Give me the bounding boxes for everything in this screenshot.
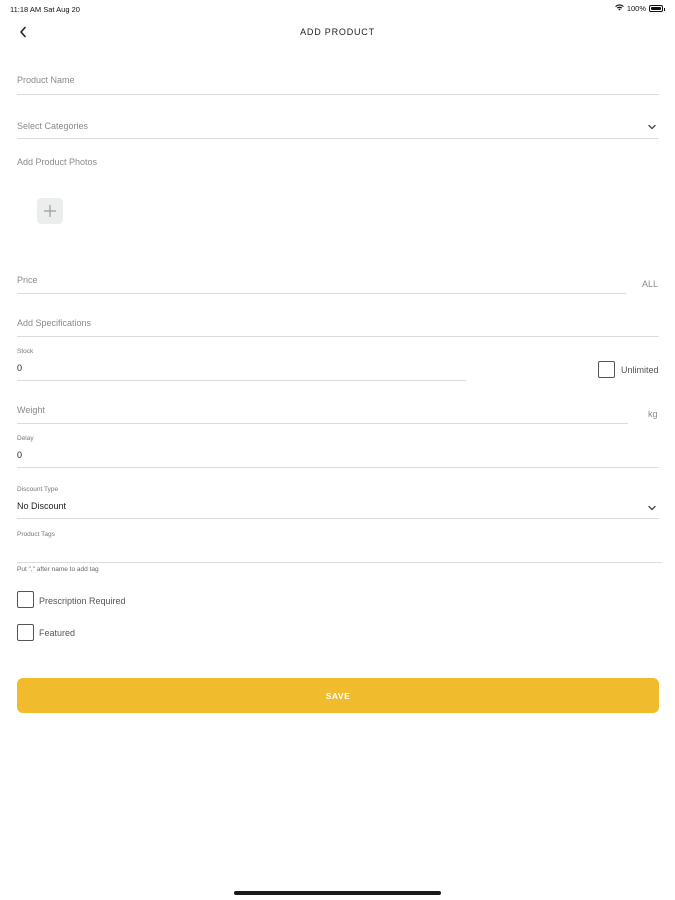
- stock-value: 0: [17, 363, 23, 373]
- discount-type-underline: [17, 518, 659, 519]
- status-bar: 11:18 AM Sat Aug 20 100%: [0, 0, 675, 18]
- plus-icon: [44, 205, 56, 217]
- battery-icon: [649, 5, 665, 12]
- prescription-checkbox[interactable]: [17, 591, 34, 608]
- specifications-underline: [17, 336, 659, 337]
- categories-placeholder: Select Categories: [17, 121, 89, 131]
- price-underline: [17, 293, 626, 294]
- prescription-label: Prescription Required: [39, 596, 126, 606]
- chevron-down-icon: [648, 505, 656, 511]
- price-placeholder: Price: [17, 275, 38, 285]
- discount-type-value: No Discount: [17, 501, 67, 511]
- photos-label: Add Product Photos: [17, 157, 98, 167]
- stock-label: Stock: [17, 348, 34, 355]
- battery-percent: 100%: [626, 4, 646, 13]
- specifications-field[interactable]: Add Specifications: [17, 309, 659, 337]
- nav-bar: ADD PRODUCT: [0, 18, 675, 46]
- product-name-field[interactable]: Product Name: [17, 66, 659, 95]
- product-name-placeholder: Product Name: [17, 75, 75, 85]
- currency-label: ALL: [642, 279, 659, 289]
- unlimited-checkbox[interactable]: [598, 361, 615, 378]
- chevron-down-icon: [648, 124, 656, 130]
- price-field[interactable]: Price: [17, 266, 626, 294]
- wifi-icon: [615, 4, 624, 13]
- weight-field[interactable]: Weight: [17, 396, 628, 424]
- featured-checkbox[interactable]: [17, 624, 34, 641]
- product-tags-field[interactable]: Product Tags: [17, 529, 662, 563]
- status-indicators: 100%: [615, 4, 665, 13]
- page-title: ADD PRODUCT: [300, 27, 375, 37]
- discount-type-label: Discount Type: [17, 486, 59, 493]
- weight-underline: [17, 423, 628, 424]
- delay-value: 0: [17, 450, 23, 460]
- tags-hint: Put "," after name to add tag: [17, 566, 99, 573]
- home-indicator[interactable]: [234, 891, 441, 895]
- product-tags-underline: [17, 562, 662, 563]
- delay-label: Delay: [17, 435, 34, 442]
- delay-field[interactable]: Delay 0: [17, 433, 659, 468]
- categories-select[interactable]: Select Categories: [17, 112, 659, 139]
- delay-underline: [17, 467, 659, 468]
- specifications-placeholder: Add Specifications: [17, 318, 92, 328]
- discount-type-select[interactable]: Discount Type No Discount: [17, 484, 659, 519]
- weight-unit: kg: [648, 409, 658, 419]
- add-photo-button[interactable]: [37, 198, 63, 224]
- unlimited-label: Unlimited: [621, 365, 659, 375]
- product-tags-label: Product Tags: [17, 531, 55, 538]
- stock-underline: [17, 380, 466, 381]
- save-button[interactable]: SAVE: [17, 678, 659, 713]
- featured-label: Featured: [39, 628, 76, 638]
- stock-field[interactable]: Stock 0: [17, 346, 466, 381]
- product-name-underline: [17, 94, 659, 95]
- categories-underline: [17, 138, 659, 139]
- weight-placeholder: Weight: [17, 405, 45, 415]
- status-time-date: 11:18 AM Sat Aug 20: [10, 5, 80, 14]
